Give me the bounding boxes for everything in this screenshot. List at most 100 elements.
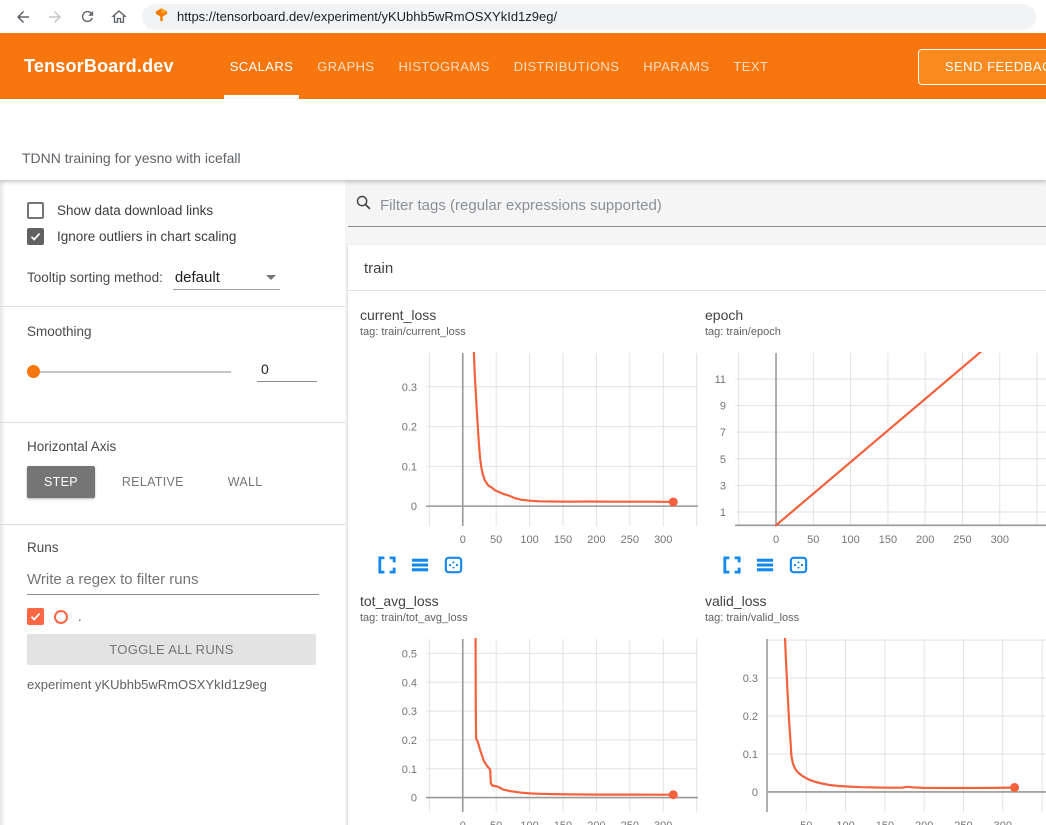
dashboard-main: Filter tags (regular expressions support… — [345, 180, 1046, 825]
experiment-id-label: experiment yKUbhb5wRmOSXYkId1z9eg — [27, 677, 319, 692]
horizontal-axis-label: Horizontal Axis — [27, 439, 319, 454]
svg-text:250: 250 — [954, 820, 972, 825]
chart-title: valid_loss — [705, 593, 1046, 610]
line-chart-plot[interactable]: 0501001502002503001357911 — [705, 345, 1046, 549]
svg-text:0: 0 — [752, 787, 758, 799]
line-chart-plot[interactable]: 5010015020025030000.10.20.3 — [705, 631, 1046, 825]
charts-grid: current_losstag: train/current_loss05010… — [348, 291, 1046, 825]
send-feedback-button[interactable]: SEND FEEDBACK — [918, 49, 1046, 85]
tooltip-sorting-label: Tooltip sorting method: — [27, 270, 163, 285]
svg-text:0: 0 — [460, 534, 466, 546]
svg-text:7: 7 — [720, 427, 726, 439]
toggle-all-runs-button[interactable]: TOGGLE ALL RUNS — [27, 634, 316, 665]
smoothing-slider-knob[interactable] — [27, 365, 40, 378]
axis-option-relative[interactable]: RELATIVE — [105, 466, 201, 498]
axis-option-wall[interactable]: WALL — [211, 466, 280, 498]
experiment-title: TDNN training for yesno with icefall — [22, 150, 241, 166]
chart-tag: tag: train/tot_avg_loss — [360, 611, 705, 625]
svg-text:300: 300 — [991, 534, 1009, 546]
svg-text:0.4: 0.4 — [402, 677, 417, 689]
smoothing-value-input[interactable]: 0 — [257, 361, 317, 382]
tab-scalars[interactable]: SCALARS — [218, 33, 306, 99]
svg-text:300: 300 — [654, 534, 672, 546]
tooltip-sorting-dropdown[interactable]: default — [173, 269, 280, 290]
search-icon — [355, 194, 372, 216]
chart-tag: tag: train/epoch — [705, 325, 1046, 339]
tab-hparams[interactable]: HPARAMS — [631, 33, 721, 99]
svg-text:0.3: 0.3 — [743, 673, 758, 685]
chart-tag: tag: train/current_loss — [360, 325, 705, 339]
svg-text:50: 50 — [490, 534, 502, 546]
home-icon[interactable] — [106, 4, 132, 30]
svg-text:50: 50 — [800, 820, 812, 825]
chevron-down-icon — [266, 275, 276, 280]
forward-icon — [42, 4, 68, 30]
expand-fullscreen-icon[interactable] — [378, 556, 396, 574]
svg-text:100: 100 — [841, 534, 859, 546]
svg-text:0.1: 0.1 — [402, 461, 417, 473]
svg-text:100: 100 — [520, 820, 538, 825]
chart-epoch: epochtag: train/epoch0501001502002503001… — [705, 307, 1046, 577]
app-title: TensorBoard.dev — [24, 56, 174, 77]
chart-title: current_loss — [360, 307, 705, 324]
svg-text:0: 0 — [460, 820, 466, 825]
svg-text:100: 100 — [836, 820, 854, 825]
tooltip-sorting-value: default — [175, 269, 220, 286]
address-bar[interactable]: https://tensorboard.dev/experiment/yKUbh… — [142, 4, 1036, 30]
chart-toolbar — [723, 553, 1046, 577]
svg-text:200: 200 — [587, 534, 605, 546]
tab-text[interactable]: TEXT — [721, 33, 780, 99]
chart-toolbar — [378, 553, 705, 577]
fit-domain-to-data-icon[interactable] — [789, 556, 807, 574]
smoothing-label: Smoothing — [27, 324, 319, 339]
toggle-y-axis-icon[interactable] — [411, 556, 429, 574]
tab-graphs[interactable]: GRAPHS — [305, 33, 386, 99]
expand-fullscreen-icon[interactable] — [723, 556, 741, 574]
svg-text:250: 250 — [953, 534, 971, 546]
horizontal-axis-options: STEP RELATIVE WALL — [27, 466, 319, 504]
svg-text:0: 0 — [411, 501, 417, 513]
svg-text:0.3: 0.3 — [402, 706, 417, 718]
svg-text:1: 1 — [720, 507, 726, 519]
svg-text:250: 250 — [621, 820, 639, 825]
svg-text:0.1: 0.1 — [743, 749, 758, 761]
svg-text:0.5: 0.5 — [402, 648, 417, 660]
svg-text:5: 5 — [720, 454, 726, 466]
smoothing-slider[interactable] — [29, 371, 231, 373]
svg-text:0: 0 — [773, 534, 779, 546]
run-list-item: . — [27, 608, 319, 625]
runs-filter-input[interactable]: Write a regex to filter runs — [27, 571, 319, 595]
chart-valid_loss: valid_losstag: train/valid_loss501001502… — [705, 593, 1046, 825]
svg-text:0.2: 0.2 — [402, 735, 417, 747]
runs-label: Runs — [27, 540, 319, 555]
svg-text:0.2: 0.2 — [402, 422, 417, 434]
toggle-y-axis-icon[interactable] — [756, 556, 774, 574]
svg-text:9: 9 — [720, 401, 726, 413]
show-download-links-checkbox[interactable] — [27, 202, 44, 219]
svg-text:150: 150 — [554, 820, 572, 825]
tag-filter[interactable]: Filter tags (regular expressions support… — [348, 190, 1046, 227]
reload-icon[interactable] — [74, 4, 100, 30]
chart-title: tot_avg_loss — [360, 593, 705, 610]
show-download-links-label: Show data download links — [57, 203, 213, 218]
line-chart-plot[interactable]: 05010015020025030000.10.20.30.40.5 — [360, 631, 698, 825]
line-chart-plot[interactable]: 05010015020025030000.10.20.3 — [360, 345, 698, 549]
axis-option-step[interactable]: STEP — [27, 466, 95, 498]
tab-histograms[interactable]: HISTOGRAMS — [387, 33, 502, 99]
svg-text:11: 11 — [715, 374, 726, 386]
browser-toolbar: https://tensorboard.dev/experiment/yKUbh… — [0, 0, 1046, 33]
svg-text:150: 150 — [876, 820, 894, 825]
tab-distributions[interactable]: DISTRIBUTIONS — [502, 33, 632, 99]
nav-tabs: SCALARSGRAPHSHISTOGRAMSDISTRIBUTIONSHPAR… — [218, 33, 781, 99]
back-icon[interactable] — [10, 4, 36, 30]
ignore-outliers-checkbox[interactable] — [27, 228, 44, 245]
svg-text:0.2: 0.2 — [743, 711, 758, 723]
run-checkbox[interactable] — [27, 608, 44, 625]
svg-text:0: 0 — [411, 793, 417, 805]
svg-text:200: 200 — [587, 820, 605, 825]
svg-text:3: 3 — [720, 480, 726, 492]
tag-group-title[interactable]: train — [348, 245, 1046, 290]
run-color-swatch[interactable] — [54, 610, 68, 624]
fit-domain-to-data-icon[interactable] — [444, 556, 462, 574]
svg-text:300: 300 — [654, 820, 672, 825]
